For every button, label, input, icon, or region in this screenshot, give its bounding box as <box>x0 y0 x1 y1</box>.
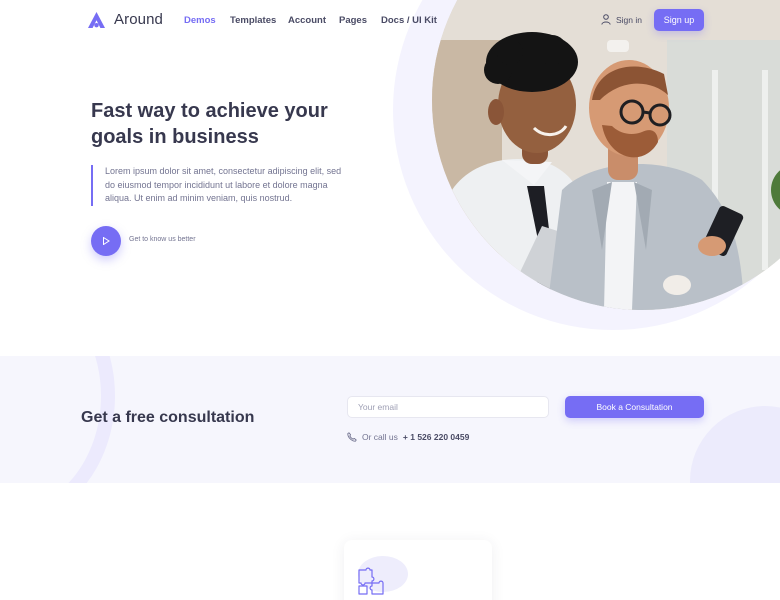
feature-card[interactable] <box>344 540 492 600</box>
nav-docs-ui-kit[interactable]: Docs / UI Kit <box>381 15 437 26</box>
play-icon <box>103 237 110 245</box>
user-icon <box>601 14 611 25</box>
consultation-title: Get a free consultation <box>81 409 255 426</box>
email-input[interactable] <box>347 396 549 418</box>
puzzle-icon <box>358 567 384 595</box>
consultation-section: Get a free consultation Book a Consultat… <box>0 356 780 483</box>
nav-templates[interactable]: Templates <box>230 15 276 26</box>
phone-number-link[interactable]: + 1 526 220 0459 <box>403 432 469 442</box>
header: Around Demos Templates Account Pages Doc… <box>0 0 780 40</box>
hero-title: Fast way to achieve your goals in busine… <box>91 100 328 148</box>
phone-icon <box>347 432 357 442</box>
signin-label: Sign in <box>616 14 642 25</box>
call-row: Or call us + 1 526 220 0459 <box>347 432 469 442</box>
band-decor-blob <box>690 406 780 483</box>
page: Around Demos Templates Account Pages Doc… <box>0 0 780 600</box>
hero-description: Lorem ipsum dolor sit amet, consectetur … <box>91 165 351 206</box>
book-consultation-button[interactable]: Book a Consultation <box>565 396 704 418</box>
video-link[interactable]: Get to know us better <box>129 236 196 243</box>
signin-link[interactable]: Sign in <box>601 14 642 25</box>
call-label: Or call us <box>362 432 398 442</box>
nav-pages[interactable]: Pages <box>339 15 367 26</box>
nav-demos[interactable]: Demos <box>184 15 216 26</box>
signup-button[interactable]: Sign up <box>654 9 704 31</box>
play-video-button[interactable] <box>91 226 121 256</box>
brand-name: Around <box>114 11 163 28</box>
logo[interactable]: Around <box>88 11 163 28</box>
around-logo-icon <box>88 11 105 28</box>
nav-account[interactable]: Account <box>288 15 326 26</box>
